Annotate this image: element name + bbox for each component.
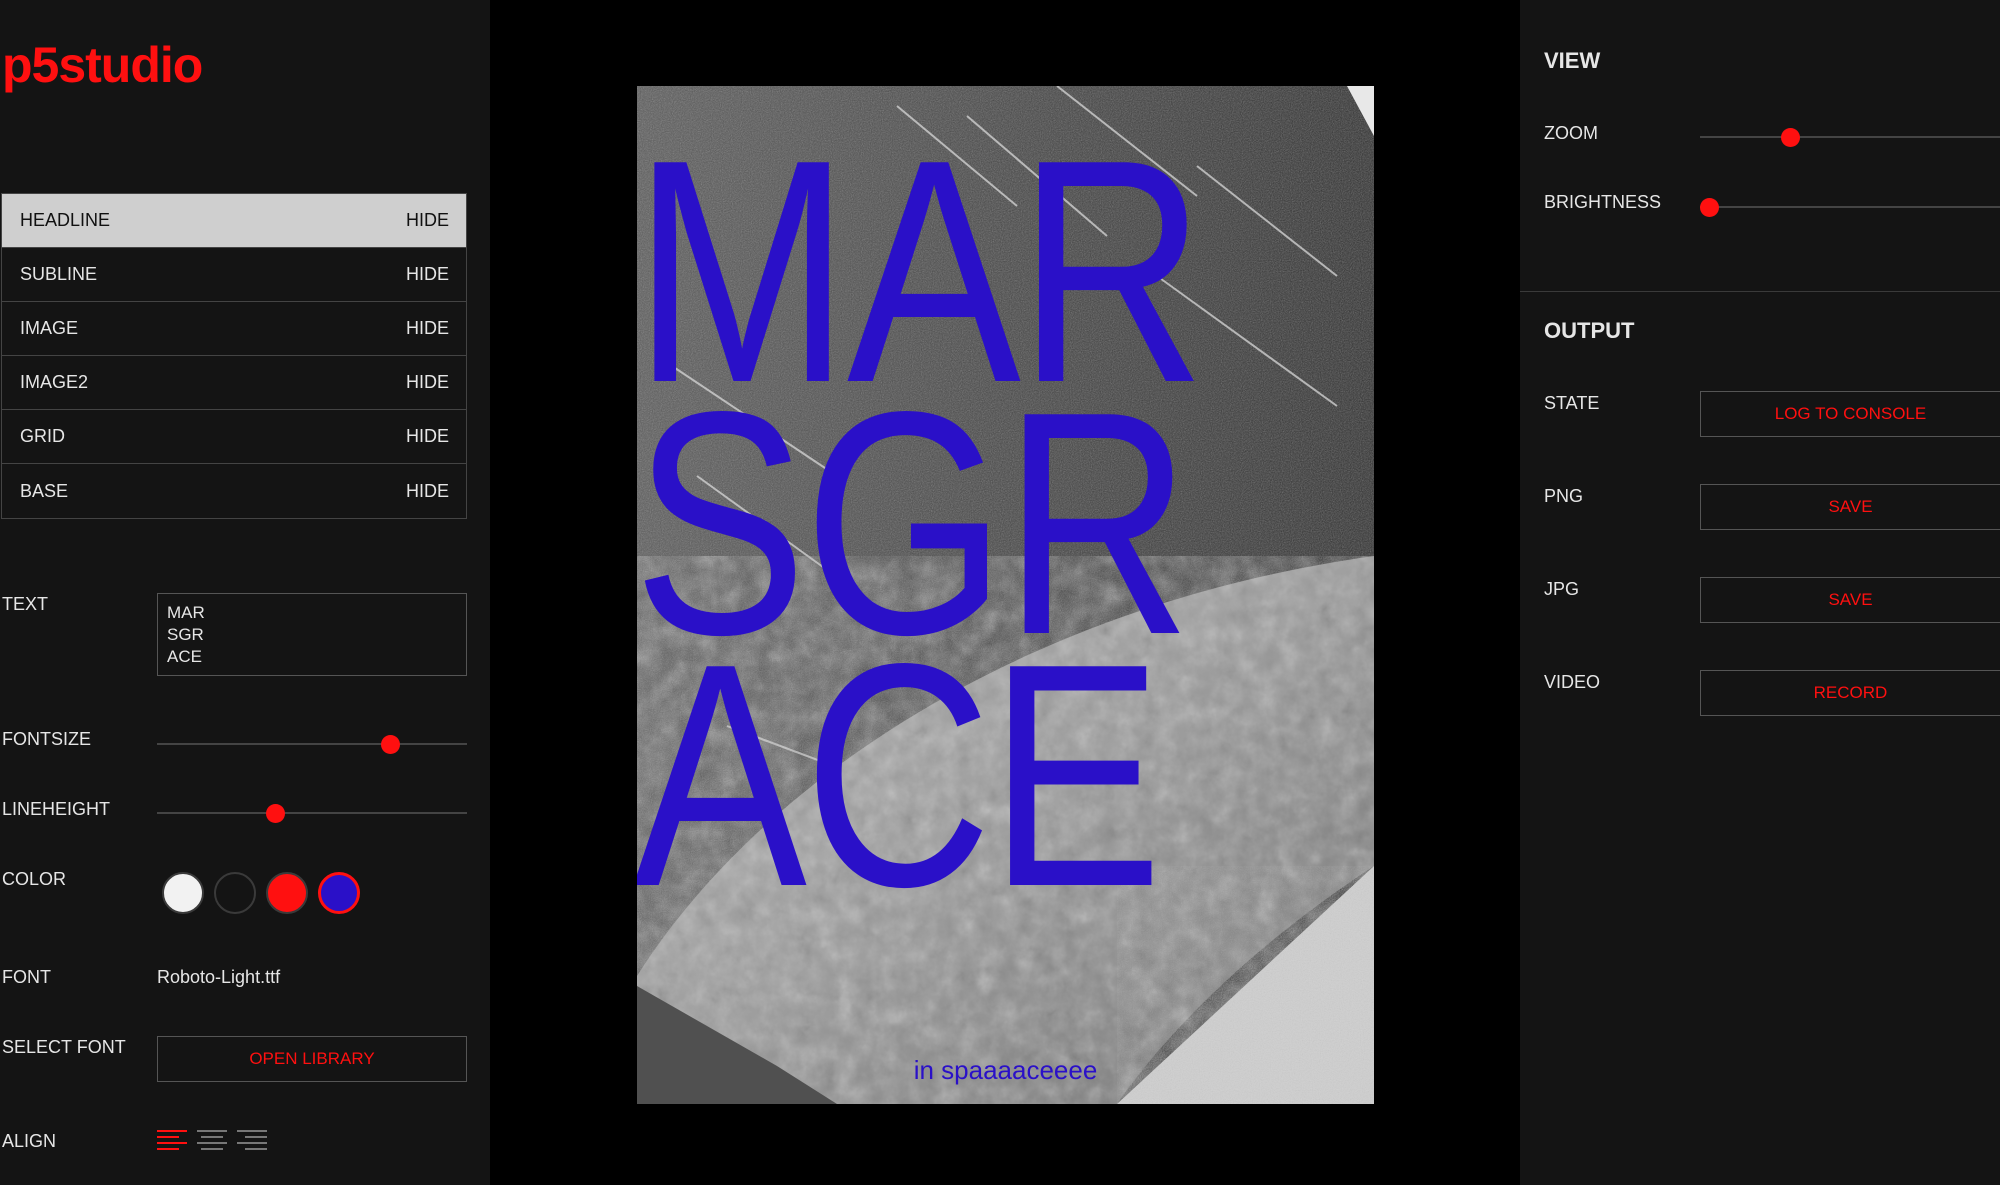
log-to-console-button[interactable]: LOG TO CONSOLE [1700, 391, 2000, 437]
layer-hide-button[interactable]: HIDE [406, 264, 449, 285]
brightness-slider[interactable] [1700, 197, 2000, 217]
layer-hide-button[interactable]: HIDE [406, 426, 449, 447]
layer-label: IMAGE [20, 318, 79, 338]
align-left-icon[interactable] [157, 1130, 187, 1150]
slider-knob[interactable] [1700, 198, 1719, 217]
layer-label: IMAGE2 [20, 372, 89, 392]
slider-knob[interactable] [1781, 128, 1800, 147]
open-library-button[interactable]: OPEN LIBRARY [157, 1036, 467, 1082]
layer-row-image[interactable]: IMAGE HIDE [2, 302, 466, 356]
slider-knob[interactable] [265, 804, 285, 823]
zoom-slider[interactable] [1700, 127, 2000, 147]
layer-label: SUBLINE [20, 264, 98, 284]
slider-knob[interactable] [380, 735, 400, 754]
slider-track [157, 812, 467, 814]
align-right-icon[interactable] [237, 1130, 267, 1150]
layer-label: HEADLINE [20, 210, 111, 230]
app-logo: p5studio [2, 37, 203, 93]
png-label: PNG [1544, 486, 1584, 506]
font-label: FONT [2, 967, 51, 987]
layer-row-image2[interactable]: IMAGE2 HIDE [2, 356, 466, 410]
state-label: STATE [1544, 393, 1600, 413]
zoom-label: ZOOM [1544, 123, 1598, 143]
layer-hide-button[interactable]: HIDE [406, 210, 449, 231]
text-input[interactable]: MAR SGR ACE [157, 593, 467, 676]
layer-row-base[interactable]: BASE HIDE [2, 464, 466, 518]
layer-hide-button[interactable]: HIDE [406, 372, 449, 393]
lineheight-label: LINEHEIGHT [2, 799, 111, 819]
slider-track [157, 743, 467, 745]
slider-track [1700, 206, 2000, 208]
save-jpg-button[interactable]: SAVE [1700, 577, 2000, 623]
align-center-icon[interactable] [197, 1130, 227, 1150]
color-swatch-white[interactable] [162, 872, 204, 914]
text-label: TEXT [2, 594, 49, 614]
fontsize-label: FONTSIZE [2, 729, 91, 749]
layer-list: HEADLINE HIDE SUBLINE HIDE IMAGE HIDE IM… [1, 193, 467, 519]
left-panel: p5studio HEADLINE HIDE SUBLINE HIDE IMAG… [0, 0, 490, 1185]
layer-hide-button[interactable]: HIDE [406, 318, 449, 339]
section-divider [1520, 291, 2000, 292]
video-label: VIDEO [1544, 672, 1601, 692]
color-swatch-red[interactable] [266, 872, 308, 914]
right-panel: VIEW ZOOM BRIGHTNESS OUTPUT STATE LOG TO… [1520, 0, 2000, 1185]
layer-row-headline[interactable]: HEADLINE HIDE [2, 194, 466, 248]
record-video-button[interactable]: RECORD [1700, 670, 2000, 716]
layer-label: BASE [20, 480, 69, 501]
brightness-label: BRIGHTNESS [1544, 192, 1662, 212]
color-swatch-black[interactable] [214, 872, 256, 914]
select-font-label: SELECT FONT [2, 1037, 126, 1057]
align-label: ALIGN [2, 1131, 57, 1151]
color-label: COLOR [2, 869, 67, 889]
layer-label: GRID [20, 426, 65, 446]
layer-hide-button[interactable]: HIDE [406, 481, 449, 502]
view-section-title: VIEW [1544, 48, 1601, 73]
color-swatch-blue[interactable] [318, 872, 360, 914]
slider-track [1700, 136, 2000, 138]
jpg-label: JPG [1544, 579, 1580, 599]
output-section-title: OUTPUT [1544, 318, 1635, 343]
layer-row-subline[interactable]: SUBLINE HIDE [2, 248, 466, 302]
font-value: Roboto-Light.ttf [157, 967, 281, 987]
save-png-button[interactable]: SAVE [1700, 484, 2000, 530]
fontsize-slider[interactable] [157, 734, 467, 754]
layer-row-grid[interactable]: GRID HIDE [2, 410, 466, 464]
lineheight-slider[interactable] [157, 803, 467, 823]
poster-canvas[interactable]: MAR SGR ACE in spaaaaceeee [637, 86, 1374, 1104]
poster-subline: in spaaaaceeee [913, 1055, 1098, 1085]
poster-headline: MAR SGR ACE [637, 94, 1206, 953]
